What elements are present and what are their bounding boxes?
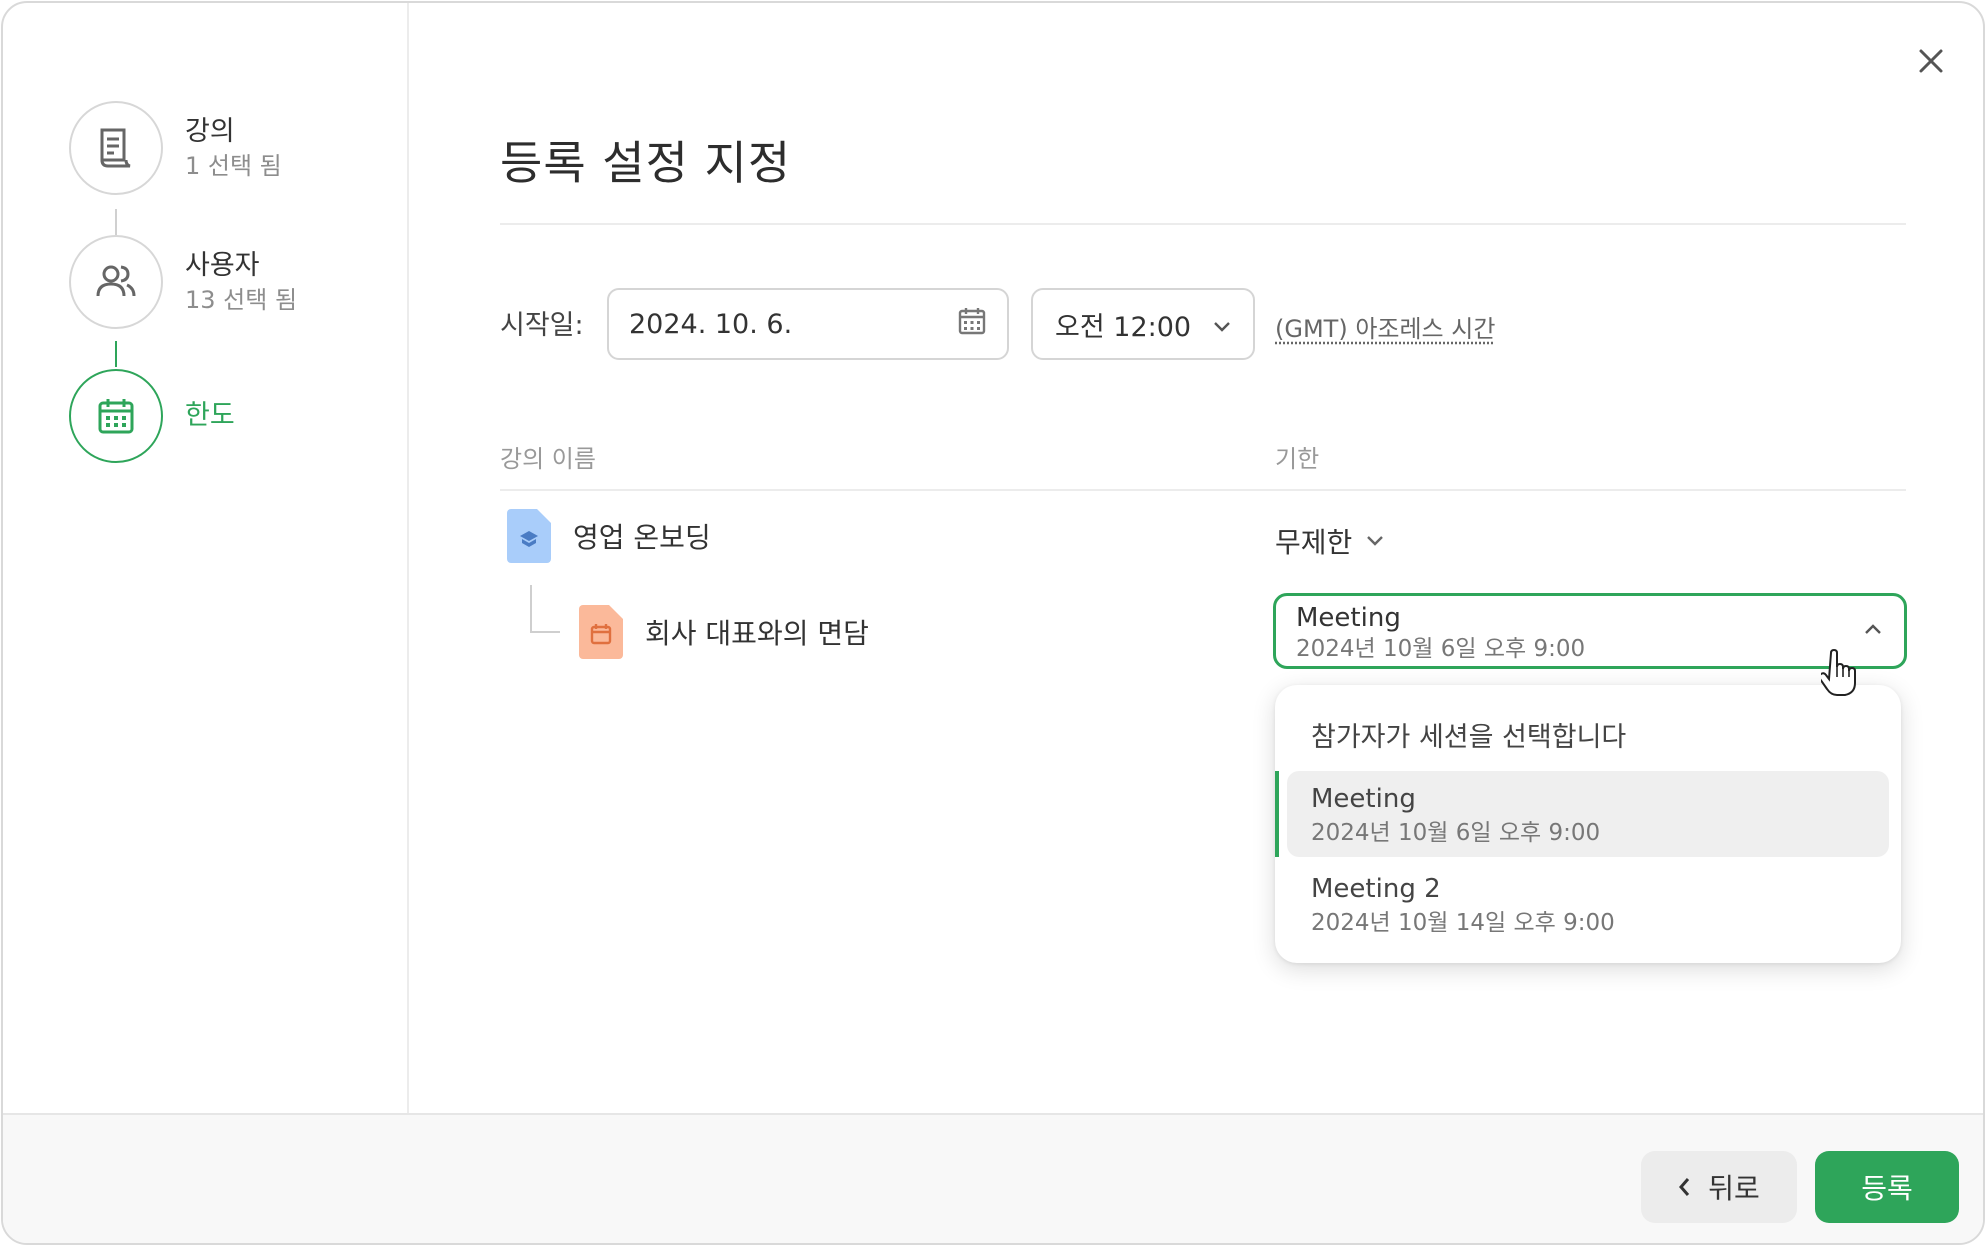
course-name: 영업 온보딩: [573, 521, 711, 554]
dialog-footer: 뒤로 등록: [3, 1113, 1983, 1243]
users-icon: [69, 235, 163, 329]
course-file-icon: [507, 509, 551, 563]
time-value: 오전 12:00: [1055, 311, 1192, 343]
deadline-select[interactable]: 무제한: [1275, 521, 1384, 561]
option-name: Meeting: [1311, 784, 1416, 814]
dropdown-option[interactable]: Meeting 2 2024년 10월 14일 오후 9:00: [1287, 861, 1889, 947]
tree-connector: [530, 585, 532, 633]
session-select[interactable]: Meeting 2024년 10월 6일 오후 9:00: [1273, 593, 1907, 669]
step-connector: [115, 209, 117, 235]
chevron-down-icon: [1367, 536, 1384, 546]
step-courses[interactable]: 강의 1 선택 됨: [69, 101, 282, 195]
session-select-date: 2024년 10월 6일 오후 9:00: [1296, 636, 1586, 662]
session-item-name: 회사 대표와의 면담: [645, 617, 869, 650]
session-file-icon: [579, 605, 623, 659]
hand-cursor-icon: [1818, 648, 1857, 701]
calendar-icon: [69, 369, 163, 463]
calendar-icon[interactable]: [957, 306, 987, 343]
start-date-label: 시작일:: [500, 310, 584, 341]
back-button[interactable]: 뒤로: [1641, 1151, 1797, 1223]
option-date: 2024년 10월 14일 오후 9:00: [1311, 910, 1615, 936]
close-icon[interactable]: [1911, 41, 1951, 81]
chevron-left-icon: [1679, 1178, 1690, 1196]
divider: [500, 223, 1906, 225]
step-title: 강의: [185, 116, 235, 147]
start-date-input[interactable]: 2024. 10. 6.: [607, 288, 1009, 360]
document-icon: [69, 101, 163, 195]
dropdown-header[interactable]: 참가자가 세션을 선택합니다: [1311, 715, 1626, 754]
enroll-label: 등록: [1861, 1172, 1913, 1205]
back-label: 뒤로: [1708, 1172, 1760, 1205]
chevron-up-icon: [1864, 620, 1882, 639]
step-title: 사용자: [185, 250, 260, 281]
step-connector: [115, 341, 117, 367]
divider: [500, 489, 1906, 491]
steps-sidebar: 강의 1 선택 됨 사용자 13 선택 됨 한도: [3, 3, 409, 1113]
timezone-link[interactable]: (GMT) 아조레스 시간: [1275, 309, 1495, 344]
step-limits[interactable]: 한도: [69, 369, 235, 463]
step-users[interactable]: 사용자 13 선택 됨: [69, 235, 297, 329]
start-time-select[interactable]: 오전 12:00: [1031, 288, 1255, 360]
chevron-down-icon: [1213, 309, 1231, 340]
option-date: 2024년 10월 6일 오후 9:00: [1311, 820, 1601, 846]
option-name: Meeting 2: [1311, 874, 1441, 904]
enrollment-dialog: 강의 1 선택 됨 사용자 13 선택 됨 한도 등록 설정 지정 시작일: 2…: [1, 1, 1985, 1245]
page-title: 등록 설정 지정: [500, 136, 792, 190]
session-select-name: Meeting: [1296, 603, 1401, 633]
course-row: 영업 온보딩: [507, 509, 711, 563]
tree-connector: [530, 631, 560, 633]
enroll-button[interactable]: 등록: [1815, 1151, 1959, 1223]
session-dropdown: 참가자가 세션을 선택합니다 Meeting 2024년 10월 6일 오후 9…: [1275, 685, 1901, 963]
step-subtitle: 1 선택 됨: [185, 152, 282, 180]
column-deadline: 기한: [1275, 445, 1320, 473]
column-course-name: 강의 이름: [500, 445, 596, 473]
step-title: 한도: [185, 400, 235, 431]
selected-indicator: [1275, 771, 1279, 857]
dropdown-option[interactable]: Meeting 2024년 10월 6일 오후 9:00: [1287, 771, 1889, 857]
step-subtitle: 13 선택 됨: [185, 286, 298, 314]
deadline-value: 무제한: [1275, 526, 1353, 559]
date-value: 2024. 10. 6.: [629, 308, 793, 340]
session-item-row: 회사 대표와의 면담: [579, 605, 869, 659]
